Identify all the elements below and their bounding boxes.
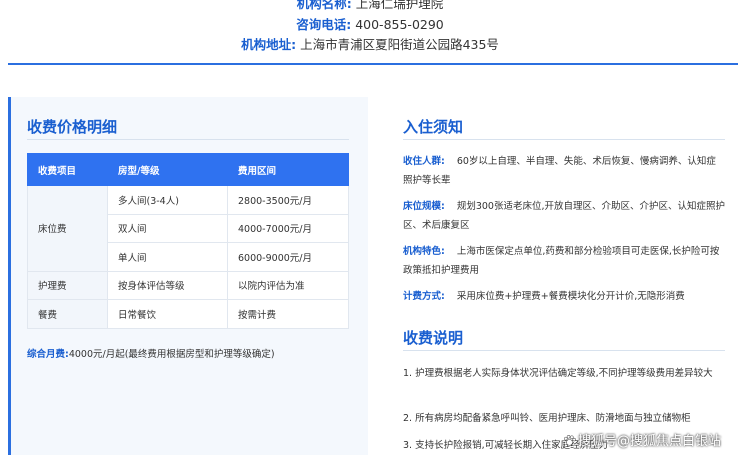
item-cell: 餐费 xyxy=(27,299,108,329)
address-value: 上海市青浦区夏阳街道公园路435号 xyxy=(300,37,499,52)
summary-value: 4000元/月起(最终费用根据房型和护理等级确定) xyxy=(68,349,275,360)
sohu-paw-icon xyxy=(564,435,576,446)
price-cell: 以院内评估为准 xyxy=(227,270,349,300)
price-cell: 按需计费 xyxy=(227,299,349,329)
room-type-cell: 按身体评估等级 xyxy=(107,270,228,300)
room-type-cell: 日常餐饮 xyxy=(107,299,228,329)
fee-note: 1. 护理费根据老人实际身体状况评估确定等级,不同护理等级费用差异较大 xyxy=(403,368,713,379)
table-row: 床位费 多人间(3-4人) 2800-3500元/月 xyxy=(27,185,349,272)
monthly-summary: 综合月费:4000元/月起(最终费用根据房型和护理等级确定) xyxy=(27,346,275,360)
phone-key: 咨询电话: xyxy=(296,17,352,32)
bed-fee-cell: 床位费 xyxy=(27,185,108,272)
table-row: 餐费 日常餐饮 按需计费 xyxy=(27,299,349,329)
admission-item-value: 上海市医保定点单位,药费和部分检验项目可走医保,长护险可按政策抵扣护理费用 xyxy=(403,246,720,276)
admission-item-key: 床位规模: xyxy=(403,201,445,212)
room-type-cell: 双人间 xyxy=(107,213,228,243)
table-row: 护理费 按身体评估等级 以院内评估为准 xyxy=(27,270,349,300)
watermark-text: 搜狐号@搜狐焦点白银站 xyxy=(578,434,722,449)
item-cell: 护理费 xyxy=(27,270,108,300)
institution-name-key: 机构名称: xyxy=(296,0,352,11)
fees-title-rule xyxy=(403,350,725,351)
admission-item-key: 机构特色: xyxy=(403,246,445,257)
admission-item-value: 60岁以上自理、半自理、失能、术后恢复、慢病调养、认知症照护等长辈 xyxy=(403,156,716,186)
room-type-cell: 多人间(3-4人) xyxy=(107,185,228,215)
pricing-title: 收费价格明细 xyxy=(27,118,118,136)
pricing-table: 收费项目 房型/等级 费用区间 床位费 多人间(3-4人) 2800-3500元… xyxy=(27,153,349,329)
room-type-cell: 单人间 xyxy=(107,242,228,272)
admission-item: 床位规模: 规划300张适老床位,开放自理区、介助区、介护区、认知症照护区、术后康… xyxy=(403,197,725,235)
column-header-item: 收费项目 xyxy=(27,153,108,186)
price-cell: 2800-3500元/月 xyxy=(227,185,349,215)
header-divider xyxy=(8,63,738,65)
admission-item: 机构特色: 上海市医保定点单位,药费和部分检验项目可走医保,长护险可按政策抵扣护理… xyxy=(403,242,725,280)
summary-key: 综合月费: xyxy=(27,349,69,360)
column-header-price: 费用区间 xyxy=(227,153,349,186)
address-key: 机构地址: xyxy=(241,37,297,52)
admission-item-key: 收住人群: xyxy=(403,156,445,167)
institution-name-value: 上海仁瑞护理院 xyxy=(355,0,444,11)
admission-item-value: 规划300张适老床位,开放自理区、介助区、介护区、认知症照护区、术后康复区 xyxy=(403,201,725,231)
phone-value[interactable]: 400-855-0290 xyxy=(355,17,444,32)
address-row: 机构地址: 上海市青浦区夏阳街道公园路435号 xyxy=(0,36,740,53)
price-cell: 4000-7000元/月 xyxy=(227,213,349,243)
phone-row: 咨询电话: 400-855-0290 xyxy=(0,16,740,33)
table-header-row: 收费项目 房型/等级 费用区间 xyxy=(27,153,349,186)
admission-item-value: 采用床位费+护理费+餐费模块化分开计价,无隐形消费 xyxy=(456,291,685,302)
admission-item: 计费方式: 采用床位费+护理费+餐费模块化分开计价,无隐形消费 xyxy=(403,287,725,306)
price-cell: 6000-9000元/月 xyxy=(227,242,349,272)
admission-item-key: 计费方式: xyxy=(403,291,445,302)
fee-note: 2. 所有病房均配备紧急呼叫铃、医用护理床、防滑地面与独立储物柜 xyxy=(403,413,691,424)
watermark: 搜狐号@搜狐焦点白银站 xyxy=(563,430,721,449)
institution-name-row: 机构名称: 上海仁瑞护理院 xyxy=(0,0,740,12)
admission-title-rule xyxy=(403,139,725,140)
fees-title: 收费说明 xyxy=(403,329,464,347)
admission-title: 入住须知 xyxy=(403,118,464,136)
column-header-type: 房型/等级 xyxy=(107,153,228,186)
admission-item: 收住人群: 60岁以上自理、半自理、失能、术后恢复、慢病调养、认知症照护等长辈 xyxy=(403,152,725,190)
pricing-title-rule xyxy=(27,139,349,140)
